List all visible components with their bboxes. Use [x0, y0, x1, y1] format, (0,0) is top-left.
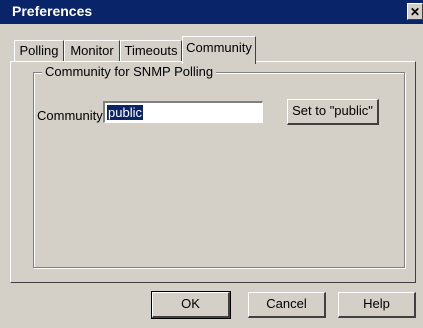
title-bar[interactable]: Preferences ✕: [0, 0, 423, 24]
tab-monitor[interactable]: Monitor: [64, 40, 120, 62]
tab-community[interactable]: Community: [182, 36, 256, 64]
help-button[interactable]: Help: [338, 292, 416, 318]
preferences-dialog: Preferences ✕ Polling Monitor Timeouts C…: [0, 0, 423, 328]
community-input[interactable]: public: [103, 101, 263, 123]
close-icon[interactable]: ✕: [407, 3, 423, 20]
ok-button[interactable]: OK: [151, 291, 231, 319]
community-tab-panel: Community for SNMP Polling Community: pu…: [10, 61, 416, 283]
set-to-public-button[interactable]: Set to "public": [287, 99, 379, 125]
group-label: Community for SNMP Polling: [42, 64, 217, 79]
community-label: Community:: [37, 108, 107, 123]
community-value: public: [107, 105, 143, 120]
cancel-button[interactable]: Cancel: [248, 292, 326, 318]
tab-timeouts[interactable]: Timeouts: [120, 40, 182, 62]
window-title: Preferences: [12, 3, 93, 19]
tab-polling[interactable]: Polling: [14, 40, 64, 62]
